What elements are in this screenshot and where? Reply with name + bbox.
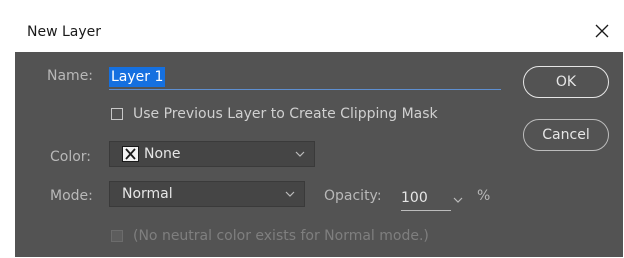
color-label: Color: bbox=[50, 149, 92, 165]
new-layer-dialog: New Layer Name: Layer 1 Use Previous Lay… bbox=[15, 13, 623, 257]
opacity-label: Opacity: bbox=[324, 188, 382, 204]
opacity-value: 100 bbox=[401, 190, 428, 206]
mode-value: Normal bbox=[122, 186, 173, 202]
color-value: None bbox=[144, 146, 181, 162]
cancel-button[interactable]: Cancel bbox=[523, 119, 609, 151]
clipping-mask-label: Use Previous Layer to Create Clipping Ma… bbox=[133, 106, 438, 122]
dialog-title: New Layer bbox=[27, 24, 102, 40]
ok-button[interactable]: OK bbox=[523, 66, 609, 98]
opacity-input[interactable]: 100 bbox=[401, 188, 451, 211]
chevron-down-icon bbox=[283, 186, 297, 200]
name-value: Layer 1 bbox=[109, 67, 166, 87]
opacity-unit: % bbox=[477, 188, 491, 204]
neutral-color-label: (No neutral color exists for Normal mode… bbox=[133, 228, 429, 244]
chevron-down-icon bbox=[293, 146, 307, 160]
mode-select[interactable]: Normal bbox=[109, 181, 305, 207]
title-bar: New Layer bbox=[15, 13, 623, 52]
no-color-x-icon bbox=[122, 146, 139, 162]
close-icon[interactable] bbox=[587, 16, 617, 46]
mode-label: Mode: bbox=[50, 188, 93, 204]
color-select[interactable]: None bbox=[109, 141, 315, 167]
neutral-color-checkbox[interactable] bbox=[111, 230, 123, 242]
opacity-chevron-down-icon[interactable] bbox=[451, 192, 465, 206]
clipping-mask-checkbox[interactable] bbox=[111, 108, 123, 120]
name-input[interactable]: Layer 1 bbox=[109, 66, 501, 90]
name-label: Name: bbox=[47, 68, 94, 84]
